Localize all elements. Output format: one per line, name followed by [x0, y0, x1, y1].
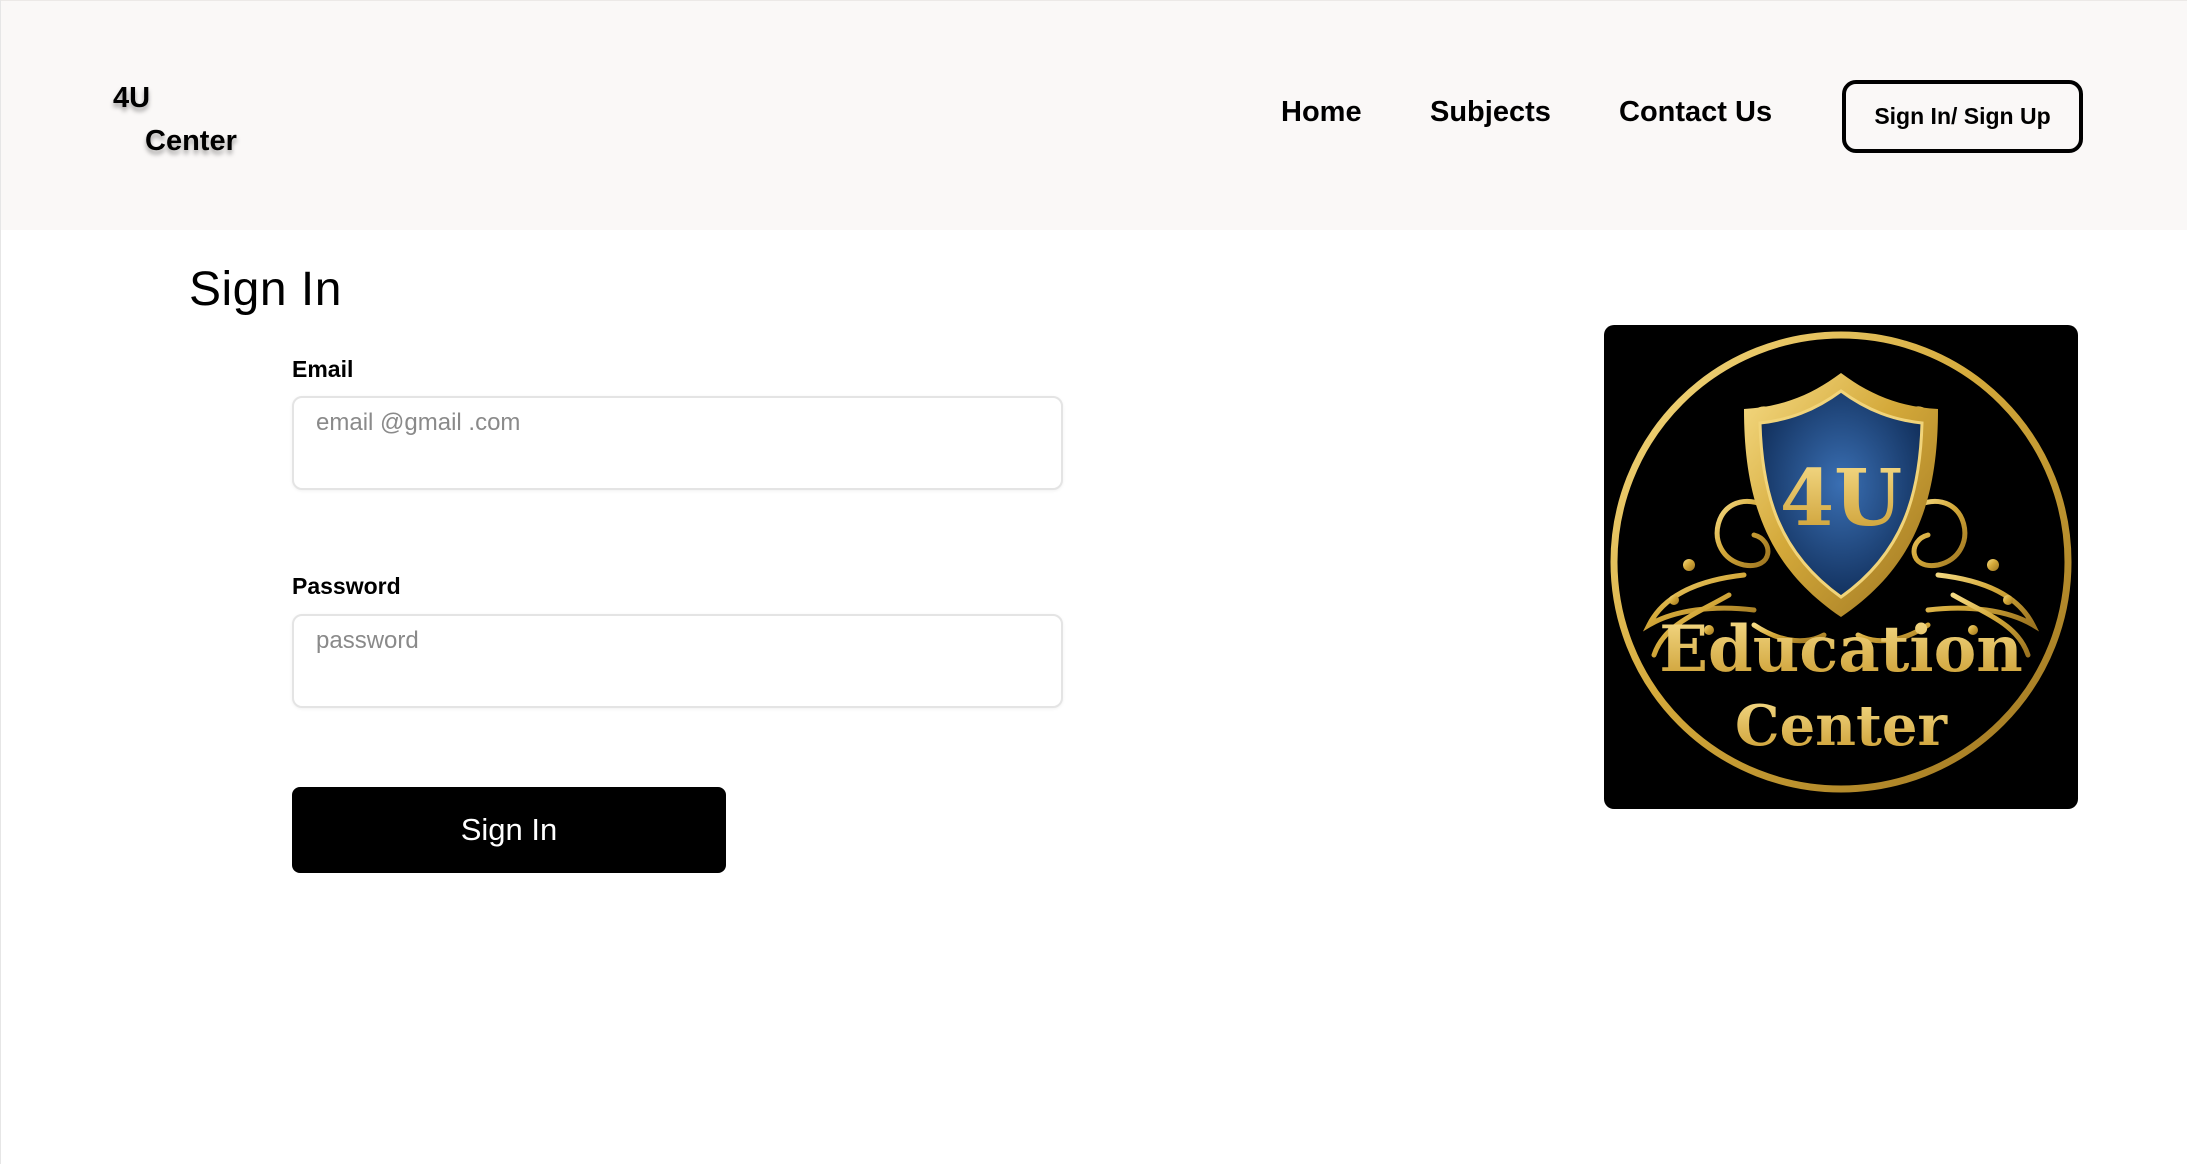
- nav-item-home[interactable]: Home: [1281, 96, 1362, 136]
- nav-home-link[interactable]: Home: [1281, 96, 1362, 128]
- brand-line-2: Center: [145, 125, 237, 157]
- sign-in-button[interactable]: Sign In: [292, 787, 726, 873]
- nav-item-subjects[interactable]: Subjects: [1430, 96, 1551, 136]
- brand-logo[interactable]: 4U Center: [113, 77, 237, 163]
- emblem-monogram: 4U: [1780, 453, 1902, 544]
- nav-contact-link[interactable]: Contact Us: [1619, 96, 1772, 128]
- nav-subjects-link[interactable]: Subjects: [1430, 96, 1551, 128]
- password-field[interactable]: [292, 614, 1063, 708]
- site-header: 4U Center Home Subjects Contact Us Sign …: [1, 0, 2187, 230]
- page-title: Sign In: [189, 263, 342, 316]
- education-center-emblem: 4U Education Center: [1604, 325, 2078, 809]
- page: 4U Center Home Subjects Contact Us Sign …: [0, 0, 2187, 1164]
- emblem-graphic: 4U Education Center: [1610, 331, 2072, 793]
- email-label: Email: [292, 356, 354, 382]
- email-field[interactable]: [292, 396, 1063, 490]
- password-label: Password: [292, 573, 401, 599]
- emblem-word-center: Center: [1735, 693, 1948, 759]
- emblem-word-education: Education: [1659, 612, 2023, 687]
- nav-item-contact[interactable]: Contact Us: [1619, 96, 1772, 136]
- sign-in-sign-up-button[interactable]: Sign In/ Sign Up: [1842, 80, 2083, 153]
- brand-line-1: 4U: [113, 82, 151, 114]
